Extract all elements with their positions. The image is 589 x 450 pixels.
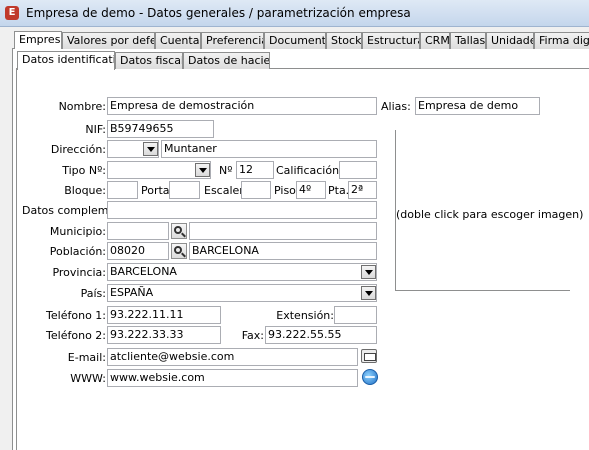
pta-input[interactable]: 2ª [348,181,377,199]
poblacion-label: Población: [49,245,106,258]
telefono1-label: Teléfono 1: [46,309,106,322]
email-icon[interactable] [361,349,377,363]
www-label: WWW: [70,372,106,385]
pais-select[interactable]: ESPAÑA [107,284,377,302]
bloque-label: Bloque: [64,184,106,197]
tab-cuentas[interactable]: Cuentas [155,32,201,49]
subtab-datos-de-hacienda[interactable]: Datos de hacienda [183,52,270,69]
municipio-search-button[interactable] [171,223,187,239]
window-title: Empresa de demo - Datos generales / para… [26,6,411,20]
portal-input[interactable] [169,181,200,199]
telefono1-input[interactable]: 93.222.11.11 [107,306,221,324]
calificacion-input[interactable] [339,161,377,179]
direccion-input[interactable]: Muntaner [161,140,377,158]
tab-stock[interactable]: Stock [326,32,362,49]
telefono2-input[interactable]: 93.222.33.33 [107,326,221,344]
tab-documentos[interactable]: Documentos [264,32,326,49]
bloque-input[interactable] [107,181,138,199]
company-image-area[interactable]: (doble click para escoger imagen) [395,130,584,291]
provincia-select[interactable]: BARCELONA [107,263,377,281]
tipo-no-label: Tipo Nº: [62,164,106,177]
subtab-datos-fiscales[interactable]: Datos fiscales [115,52,183,69]
nif-label: NIF: [85,123,106,136]
tab-valores-por-defecto[interactable]: Valores por defecto [62,32,155,49]
alias-label: Alias: [381,100,411,113]
tab-firma-digital[interactable]: Firma digital [534,32,589,49]
nif-input[interactable]: B59749655 [107,120,214,138]
extension-input[interactable] [334,306,377,324]
www-input[interactable]: www.websie.com [107,369,358,387]
tab-empresa[interactable]: Empresa [14,31,62,49]
poblacion-search-button[interactable] [171,243,187,259]
escalera-input[interactable] [241,181,271,199]
fax-input[interactable]: 93.222.55.55 [265,326,377,344]
app-icon: E [5,6,19,20]
municipio-code-input[interactable] [107,222,169,240]
poblacion-code-input[interactable]: 08020 [107,242,169,260]
app-window: E Empresa de demo - Datos generales / pa… [0,0,589,450]
nombre-label: Nombre: [58,100,106,113]
tab-crm[interactable]: CRM [420,32,450,49]
sub-tab-strip: Datos identificativos Datos fiscales Dat… [17,51,577,70]
direccion-type-dropdown-button[interactable] [143,142,158,156]
portal-label: Portal [141,184,173,197]
piso-label: Piso [274,184,296,197]
tab-tallas[interactable]: Tallas [450,32,486,49]
provincia-label: Provincia: [52,266,106,279]
telefono2-label: Teléfono 2: [46,329,106,342]
tab-unidades[interactable]: Unidades [486,32,534,49]
tab-estructuras[interactable]: Estructuras [362,32,420,49]
web-browser-icon[interactable] [362,369,378,385]
numero-input[interactable]: 12 [236,161,274,179]
municipio-name-input[interactable] [189,222,377,240]
image-hint-text: (doble click para escoger imagen) [396,208,584,221]
pais-dropdown-button[interactable] [361,286,376,300]
alias-input[interactable]: Empresa de demo [415,97,540,115]
datos-complement-input[interactable] [107,201,377,219]
provincia-dropdown-button[interactable] [361,265,376,279]
pta-label: Pta. [328,184,350,197]
tab-preferencias[interactable]: Preferencias [201,32,264,49]
email-input[interactable]: atcliente@websie.com [107,348,358,366]
numero-label: Nº [219,164,233,177]
extension-label: Extensión: [276,309,334,322]
title-bar[interactable]: E Empresa de demo - Datos generales / pa… [0,0,589,27]
nombre-input[interactable]: Empresa de demostración [107,97,377,115]
tipo-no-dropdown-button[interactable] [195,163,210,177]
fax-label: Fax: [241,329,264,342]
main-tab-strip: Empresa Valores por defecto Cuentas Pref… [14,31,589,49]
municipio-label: Municipio: [49,225,106,238]
pais-label: País: [80,287,106,300]
calificacion-label: Calificación: [276,164,343,177]
poblacion-name-input[interactable]: BARCELONA [189,242,377,260]
direccion-label: Dirección: [50,143,106,156]
email-label: E-mail: [67,351,106,364]
piso-input[interactable]: 4º [296,181,326,199]
subtab-datos-identificativos[interactable]: Datos identificativos [17,51,115,70]
